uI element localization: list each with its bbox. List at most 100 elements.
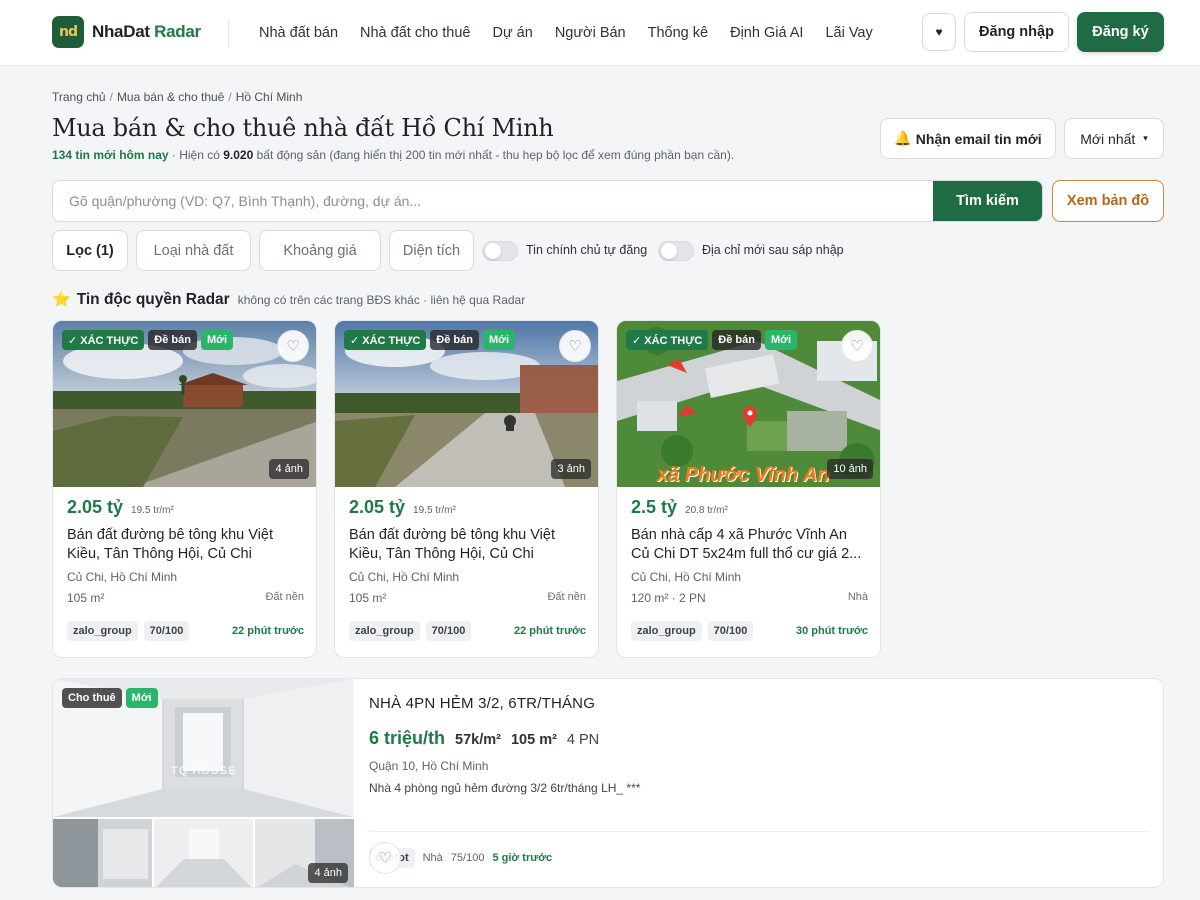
summary-prefix: · Hiện có bbox=[168, 148, 224, 162]
breadcrumb: Trang chủ / Mua bán & cho thuê / Hồ Chí Minh bbox=[52, 90, 302, 104]
rental-location: Quận 10, Hồ Chí Minh bbox=[369, 759, 489, 773]
badge-group: ✓ XÁC THỰC Đề bán Mới bbox=[344, 330, 516, 350]
nav-item-stats[interactable]: Thống kê bbox=[637, 0, 719, 66]
logo-text-part2: Radar bbox=[154, 22, 201, 41]
source-chip: zalo_group bbox=[349, 621, 420, 641]
search-bar: Tìm kiếm bbox=[52, 180, 1043, 222]
rent-badge: Cho thuê bbox=[62, 688, 122, 708]
area-filter[interactable]: Diện tích bbox=[389, 230, 474, 271]
email-alert-button[interactable]: 🔔 Nhận email tin mới bbox=[880, 118, 1056, 159]
sale-badge: Đề bán bbox=[430, 330, 479, 350]
sale-badge: Đề bán bbox=[148, 330, 197, 350]
favorites-button[interactable]: ♥ bbox=[922, 13, 956, 51]
listing-card[interactable]: ✓ XÁC THỰC Đề bán Mới ♡ 3 ảnh 2.05 tỷ 19.… bbox=[334, 320, 599, 658]
rental-type: Nhà bbox=[422, 852, 443, 864]
thumbnail-image bbox=[154, 819, 253, 887]
search-input[interactable] bbox=[53, 181, 933, 221]
score-text: 75/100 bbox=[450, 852, 485, 864]
listing-card[interactable]: xã Phước Vĩnh An ✓ XÁC THỰC Đề bán Mới ♡… bbox=[616, 320, 881, 658]
price-per-m2: 20.8 tr/m² bbox=[685, 505, 728, 516]
property-type-filter[interactable]: Loại nhà đất bbox=[136, 230, 251, 271]
listing-type: Nhà bbox=[847, 591, 868, 603]
email-alert-label: Nhận email tin mới bbox=[915, 130, 1042, 147]
price-per-m2: 19.5 tr/m² bbox=[131, 505, 174, 516]
new-address-toggle[interactable] bbox=[658, 241, 694, 261]
card-footer: zalo_group 70/100 22 phút trước bbox=[349, 621, 586, 641]
card-body: 2.05 tỷ 19.5 tr/m² Bán đất đường bê tông … bbox=[67, 497, 304, 605]
exclusive-section-heading: ⭐ Tin độc quyền Radar không có trên các … bbox=[52, 290, 525, 309]
listing-title[interactable]: Bán đất đường bê tông khu Việt Kiều, Tân… bbox=[349, 526, 586, 564]
posted-time: 30 phút trước bbox=[795, 625, 868, 637]
card-body: 2.5 tỷ 20.8 tr/m² Bán nhà cấp 4 xã Phước … bbox=[631, 497, 868, 605]
rental-thumbnail[interactable]: 4 ảnh bbox=[255, 819, 354, 887]
favorite-heart-icon[interactable]: ♡ bbox=[559, 330, 591, 362]
rental-footer: chotot Nhà 75/100 5 giờ trước ♡ bbox=[369, 831, 1149, 874]
heart-icon: ♥ bbox=[935, 25, 943, 39]
card-body: 2.05 tỷ 19.5 tr/m² Bán đất đường bê tông … bbox=[349, 497, 586, 605]
favorite-heart-icon[interactable]: ♡ bbox=[277, 330, 309, 362]
rental-thumbnail[interactable] bbox=[53, 819, 152, 887]
bell-icon: 🔔 bbox=[894, 130, 912, 146]
nav-item-sellers[interactable]: Người Bán bbox=[544, 0, 637, 66]
price: 2.05 tỷ 19.5 tr/m² bbox=[67, 497, 304, 518]
breadcrumb-home[interactable]: Trang chủ bbox=[52, 90, 106, 104]
listing-location: Củ Chi, Hồ Chí Minh bbox=[349, 570, 460, 584]
nav-item-ai-valuation[interactable]: Định Giá AI bbox=[719, 0, 814, 66]
rental-main-photo[interactable]: TQ HOUSE Cho thuê Mới bbox=[53, 679, 353, 817]
badge-group: ✓ XÁC THỰC Đề bán Mới bbox=[626, 330, 798, 350]
favorite-heart-icon[interactable]: ♡ bbox=[369, 842, 401, 874]
nav-item-rent[interactable]: Nhà đất cho thuê bbox=[349, 0, 481, 66]
rental-price-row: 6 triệu/th 57k/m² 105 m² 4 PN bbox=[369, 728, 1149, 749]
exclusive-subtitle: không có trên các trang BĐS khác · liên … bbox=[237, 293, 526, 307]
listing-title[interactable]: Bán nhà cấp 4 xã Phước Vĩnh An Củ Chi DT… bbox=[631, 526, 868, 564]
owner-post-toggle[interactable] bbox=[482, 241, 518, 261]
nav-item-projects[interactable]: Dự án bbox=[481, 0, 543, 66]
rental-body: NHÀ 4PN HẺM 3/2, 6TR/THÁNG 6 triệu/th 57… bbox=[369, 695, 1149, 795]
filter-button[interactable]: Lọc (1) bbox=[52, 230, 128, 271]
listing-photo[interactable]: ✓ XÁC THỰC Đề bán Mới ♡ 3 ảnh bbox=[335, 321, 598, 487]
new-badge: Mới bbox=[482, 330, 516, 350]
header-divider bbox=[228, 18, 229, 48]
favorite-heart-icon[interactable]: ♡ bbox=[841, 330, 873, 362]
photo-count: 4 ảnh bbox=[308, 863, 348, 883]
price-range-filter[interactable]: Khoảng giá bbox=[259, 230, 381, 271]
listing-title[interactable]: Bán đất đường bê tông khu Việt Kiều, Tân… bbox=[67, 526, 304, 564]
search-button[interactable]: Tìm kiếm bbox=[933, 181, 1042, 221]
listing-meta: 105 m² Đất nền bbox=[67, 591, 304, 605]
breadcrumb-category[interactable]: Mua bán & cho thuê bbox=[117, 90, 224, 104]
rental-rooms: 4 PN bbox=[566, 732, 600, 748]
new-badge: Mới bbox=[200, 330, 234, 350]
score-chip: 70/100 bbox=[707, 621, 754, 641]
view-map-button[interactable]: Xem bản đồ bbox=[1052, 180, 1164, 222]
map-overlay-text: xã Phước Vĩnh An bbox=[657, 464, 830, 486]
card-footer: zalo_group 70/100 22 phút trước bbox=[67, 621, 304, 641]
chevron-down-icon: ▾ bbox=[1143, 133, 1148, 143]
rental-thumbnail[interactable] bbox=[154, 819, 253, 887]
logo-text-part1: NhaDat bbox=[92, 22, 150, 41]
rental-price: 6 triệu/th bbox=[369, 728, 446, 748]
photo-count: 4 ảnh bbox=[269, 459, 309, 479]
nav-item-loan[interactable]: Lãi Vay bbox=[814, 0, 883, 66]
posted-time: 22 phút trước bbox=[231, 625, 304, 637]
listing-area: 105 m² bbox=[349, 591, 387, 605]
rental-description: Nhà 4 phòng ngủ hẻm đường 3/2 6tr/tháng … bbox=[369, 781, 641, 795]
rental-title[interactable]: NHÀ 4PN HẺM 3/2, 6TR/THÁNG bbox=[369, 695, 1149, 712]
sort-dropdown[interactable]: Mới nhất ▾ bbox=[1064, 118, 1164, 159]
signup-button[interactable]: Đăng ký bbox=[1077, 12, 1164, 52]
rental-listing-row[interactable]: TQ HOUSE Cho thuê Mới 4 ảnh NHÀ 4PN HẺM … bbox=[52, 678, 1164, 888]
new-address-toggle-label: Địa chỉ mới sau sáp nhập bbox=[702, 243, 844, 257]
listing-photo[interactable]: ✓ XÁC THỰC Đề bán Mới ♡ 4 ảnh bbox=[53, 321, 316, 487]
breadcrumb-sep: / bbox=[228, 90, 232, 104]
score-chip: 70/100 bbox=[425, 621, 472, 641]
listing-meta: 105 m² Đất nền bbox=[349, 591, 586, 605]
listing-photo[interactable]: xã Phước Vĩnh An ✓ XÁC THỰC Đề bán Mới ♡… bbox=[617, 321, 880, 487]
listing-area: 120 m² · 2 PN bbox=[631, 591, 706, 605]
price-value: 2.05 tỷ bbox=[349, 497, 406, 517]
nav-item-sale[interactable]: Nhà đất bán bbox=[248, 0, 349, 66]
listing-card[interactable]: ✓ XÁC THỰC Đề bán Mới ♡ 4 ảnh 2.05 tỷ 19.… bbox=[52, 320, 317, 658]
badge-group: Cho thuê Mới bbox=[62, 688, 158, 708]
owner-post-toggle-label: Tin chính chủ tự đăng bbox=[526, 243, 648, 257]
login-button[interactable]: Đăng nhập bbox=[964, 12, 1069, 52]
breadcrumb-city: Hồ Chí Minh bbox=[235, 90, 303, 104]
site-logo[interactable]: nd NhaDat Radar bbox=[52, 16, 201, 48]
